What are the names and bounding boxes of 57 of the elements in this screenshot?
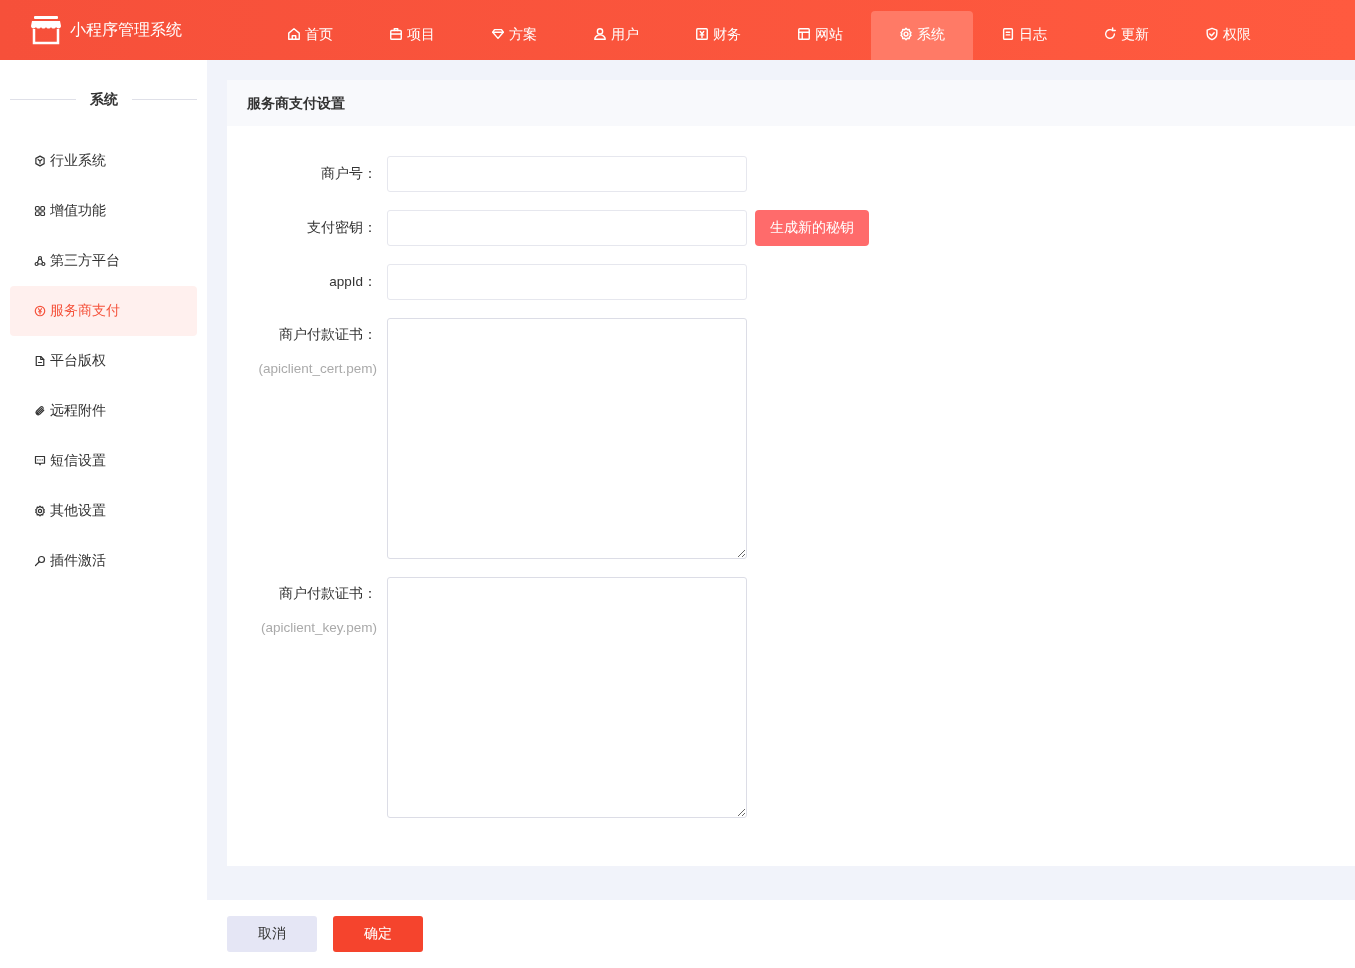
app-title: 小程序管理系统 [70, 20, 182, 40]
text-area[interactable] [387, 577, 747, 818]
message-icon [34, 455, 46, 467]
generate-key-button[interactable]: 生成新的秘钥 [755, 210, 869, 246]
nav-tab[interactable]: 权限 [1177, 11, 1279, 60]
field-label: 商户付款证书： [279, 326, 377, 344]
layout-icon [797, 27, 811, 42]
shield-check-icon [1205, 27, 1219, 42]
nav-tab[interactable]: 更新 [1075, 11, 1177, 60]
nav-tab[interactable]: 日志 [973, 11, 1075, 60]
refresh-icon [1103, 27, 1117, 42]
shop-logo-icon [30, 15, 62, 45]
sidebar-item[interactable]: 远程附件 [10, 386, 197, 436]
magnifier-icon [34, 555, 46, 567]
briefcase-icon [389, 27, 403, 42]
confirm-button[interactable]: 确定 [333, 916, 423, 952]
yen-circle-icon [34, 305, 46, 317]
input-field[interactable] [387, 210, 747, 246]
field-label: 商户付款证书： [279, 585, 377, 603]
sidebar-item[interactable]: 平台版权 [10, 336, 197, 386]
cancel-button[interactable]: 取消 [227, 916, 317, 952]
gear-icon [34, 505, 46, 517]
field-label: appId： [329, 273, 377, 291]
input-field[interactable] [387, 264, 747, 300]
field-hint: (apiclient_key.pem) [260, 619, 377, 638]
sidebar-item[interactable]: 增值功能 [10, 186, 197, 236]
nav-tab[interactable]: 方案 [463, 11, 565, 60]
file-icon [34, 355, 46, 367]
field-label: 支付密钥： [307, 219, 377, 237]
sidebar-title: 系统 [88, 89, 119, 109]
field-hint: (apiclient_cert.pem) [258, 360, 377, 379]
nav-tab[interactable]: 用户 [565, 11, 667, 60]
input-field[interactable] [387, 156, 747, 192]
gear-icon [899, 27, 913, 42]
text-area[interactable] [387, 318, 747, 559]
nav-tab[interactable]: 首页 [259, 11, 361, 60]
hexagon-icon [34, 155, 46, 167]
grid-icon [34, 205, 46, 217]
home-icon [287, 27, 301, 42]
field-label: 商户号： [321, 165, 377, 183]
document-icon [1001, 27, 1015, 42]
nav-tab[interactable]: 系统 [871, 11, 973, 60]
user-icon [593, 27, 607, 42]
nav-tab[interactable]: 项目 [361, 11, 463, 60]
sidebar-item[interactable]: 短信设置 [10, 436, 197, 486]
sidebar-item[interactable]: 服务商支付 [10, 286, 197, 336]
sidebar-item[interactable]: 行业系统 [10, 136, 197, 186]
diamond-icon [491, 27, 505, 42]
panel-title: 服务商支付设置 [247, 93, 345, 113]
yen-icon [695, 27, 709, 42]
paperclip-icon [34, 405, 46, 417]
network-icon [34, 255, 46, 267]
sidebar-item[interactable]: 其他设置 [10, 486, 197, 536]
sidebar-item[interactable]: 第三方平台 [10, 236, 197, 286]
nav-tab[interactable]: 网站 [769, 11, 871, 60]
nav-tab[interactable]: 财务 [667, 11, 769, 60]
sidebar-item[interactable]: 插件激活 [10, 536, 197, 586]
